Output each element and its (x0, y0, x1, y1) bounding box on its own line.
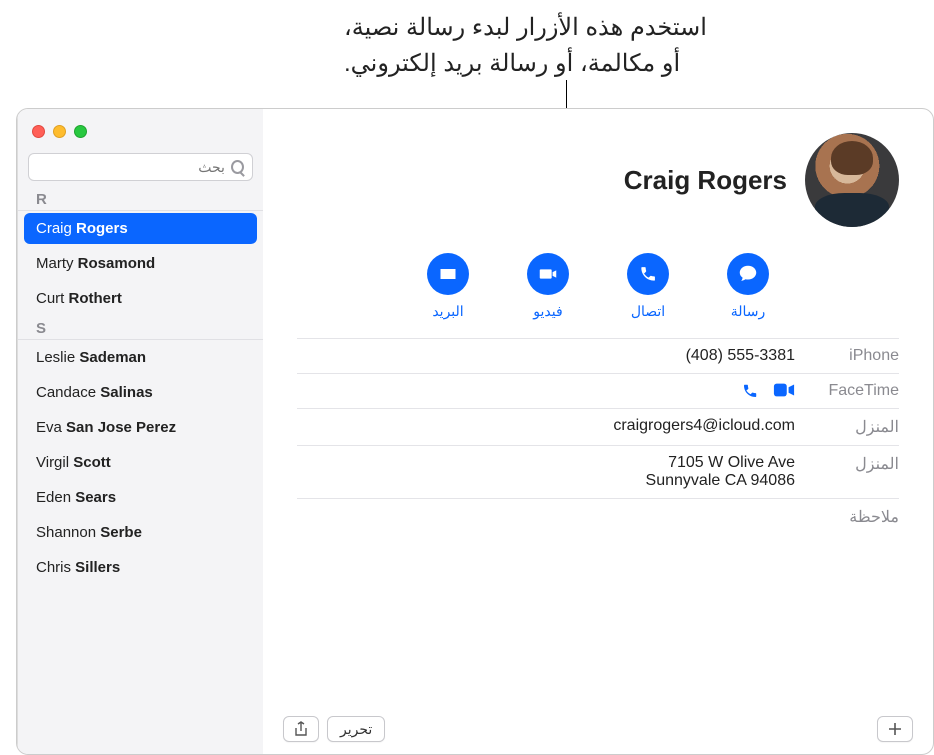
address-value: 7105 W Olive Ave Sunnyvale CA 94086 (297, 454, 795, 490)
search-input[interactable] (37, 159, 225, 175)
email-label: المنزل (809, 417, 899, 437)
bottom-toolbar: تحرير (263, 704, 933, 754)
action-buttons: رسالة اتصال فيديو البريد (263, 227, 933, 338)
search-icon (231, 160, 244, 174)
zoom-window-button[interactable] (74, 125, 87, 138)
sidebar: RCraig RogersMarty RosamondCurt RothertS… (17, 109, 263, 754)
contacts-window: RCraig RogersMarty RosamondCurt RothertS… (16, 108, 934, 755)
call-button[interactable]: اتصال (627, 253, 669, 320)
video-icon (527, 253, 569, 295)
mail-button[interactable]: البريد (427, 253, 469, 320)
email-row[interactable]: المنزل craigrogers4@icloud.com (297, 408, 899, 445)
contact-item[interactable]: Craig Rogers (24, 213, 257, 244)
facetime-video-icon[interactable] (773, 382, 795, 398)
contact-item[interactable]: Eva San Jose Perez (18, 410, 263, 445)
message-label: رسالة (731, 303, 766, 320)
video-button[interactable]: فيديو (527, 253, 569, 320)
minimize-window-button[interactable] (53, 125, 66, 138)
email-value: craigrogers4@icloud.com (297, 417, 795, 435)
phone-value: (408) 555-3381 (297, 347, 795, 365)
contact-list[interactable]: RCraig RogersMarty RosamondCurt RothertS… (18, 187, 263, 754)
contact-item[interactable]: Chris Sillers (18, 550, 263, 585)
edit-button[interactable]: تحرير (327, 716, 385, 742)
annotation-line2: أو مكالمة، أو رسالة بريد إلكتروني. (344, 46, 774, 82)
section-header: R (18, 187, 263, 211)
contact-item[interactable]: Eden Sears (18, 480, 263, 515)
window-controls (18, 109, 263, 153)
share-button[interactable] (283, 716, 319, 742)
section-header: S (18, 316, 263, 340)
call-label: اتصال (631, 303, 665, 320)
contact-item[interactable]: Curt Rothert (18, 281, 263, 316)
address-row[interactable]: المنزل 7105 W Olive Ave Sunnyvale CA 940… (297, 445, 899, 499)
mail-icon (427, 253, 469, 295)
video-label: فيديو (533, 303, 562, 320)
message-button[interactable]: رسالة (727, 253, 769, 320)
phone-icon (627, 253, 669, 295)
annotation-callout: استخدم هذه الأزرار لبدء رسالة نصية، أو م… (344, 10, 774, 82)
mail-label: البريد (432, 303, 463, 320)
search-field[interactable] (28, 153, 253, 181)
contact-name: Craig Rogers (624, 165, 787, 196)
message-icon (727, 253, 769, 295)
address-line2: Sunnyvale CA 94086 (297, 472, 795, 490)
contact-item[interactable]: Virgil Scott (18, 445, 263, 480)
contact-item[interactable]: Marty Rosamond (18, 246, 263, 281)
note-label[interactable]: ملاحظة (263, 499, 933, 535)
contact-item[interactable]: Candace Salinas (18, 375, 263, 410)
address-line1: 7105 W Olive Ave (297, 454, 795, 472)
close-window-button[interactable] (32, 125, 45, 138)
phone-row[interactable]: iPhone (408) 555-3381 (297, 338, 899, 373)
facetime-row[interactable]: FaceTime (297, 373, 899, 408)
add-contact-button[interactable] (877, 716, 913, 742)
phone-label: iPhone (809, 347, 899, 365)
contact-item[interactable]: Shannon Serbe (18, 515, 263, 550)
annotation-line1: استخدم هذه الأزرار لبدء رسالة نصية، (344, 10, 774, 46)
avatar[interactable] (805, 133, 899, 227)
contact-item[interactable]: Leslie Sademan (18, 340, 263, 375)
facetime-audio-icon[interactable] (737, 382, 759, 398)
facetime-label: FaceTime (809, 382, 899, 400)
contact-detail: Craig Rogers رسالة اتصال فيديو (263, 109, 933, 754)
address-label: المنزل (809, 454, 899, 474)
